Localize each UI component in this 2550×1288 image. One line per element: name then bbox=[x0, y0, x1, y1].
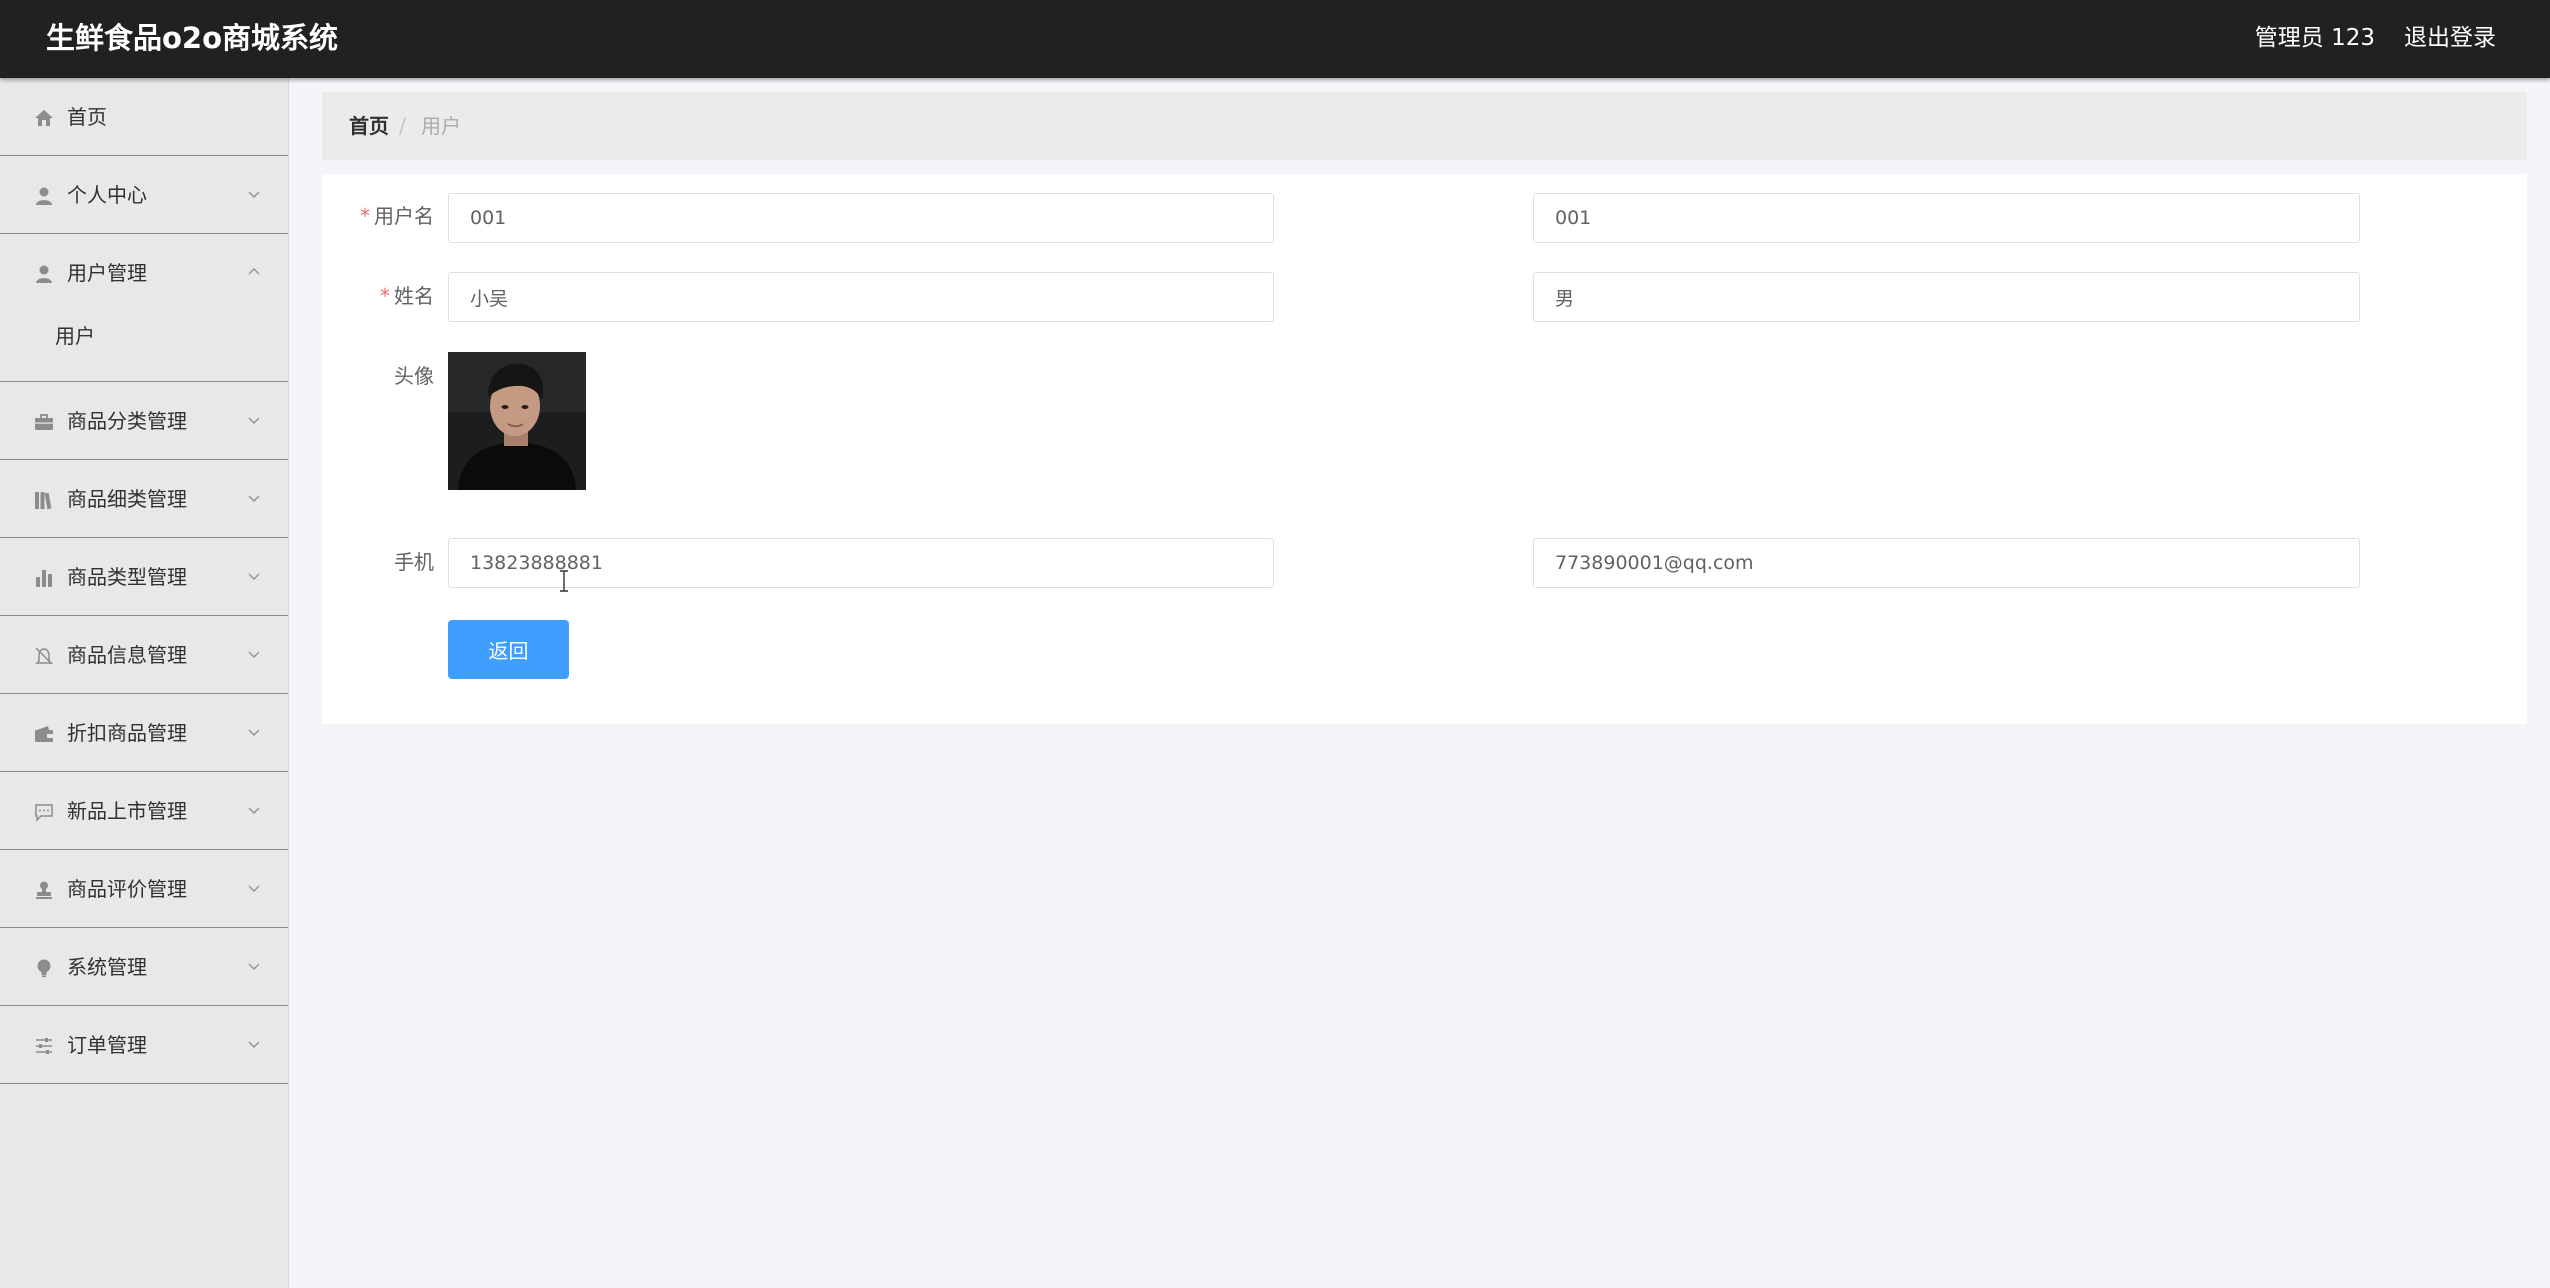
bell-off-icon bbox=[35, 647, 53, 665]
home-icon bbox=[35, 110, 53, 126]
password-input[interactable] bbox=[1533, 193, 2360, 243]
sidebar-item-label: 订单管理 bbox=[67, 1033, 147, 1057]
breadcrumb: 首页 / 用户 bbox=[322, 92, 2527, 160]
breadcrumb-home[interactable]: 首页 bbox=[349, 110, 389, 142]
chevron-down-icon bbox=[248, 495, 260, 502]
app-title: 生鲜食品o2o商城系统 bbox=[46, 21, 339, 55]
chevron-down-icon bbox=[248, 417, 260, 424]
briefcase-icon bbox=[35, 414, 53, 430]
phone-input[interactable] bbox=[448, 538, 1274, 588]
username-label: * 用户名 bbox=[360, 204, 434, 228]
chevron-down-icon bbox=[248, 1041, 260, 1048]
username-input[interactable] bbox=[448, 193, 1274, 243]
name-input[interactable] bbox=[448, 272, 1274, 322]
sidebar-item-new-arrivals-management[interactable]: 新品上市管理 bbox=[0, 772, 288, 850]
sidebar-item-label: 首页 bbox=[67, 105, 107, 129]
sidebar-item-label: 折扣商品管理 bbox=[67, 721, 187, 745]
name-label: * 姓名 bbox=[380, 284, 434, 308]
books-icon bbox=[35, 492, 52, 510]
breadcrumb-separator: / bbox=[399, 114, 406, 138]
user-icon bbox=[36, 265, 52, 283]
logout-link[interactable]: 退出登录 bbox=[2404, 20, 2496, 56]
back-button[interactable]: 返回 bbox=[448, 620, 569, 679]
sidebar-item-type-management[interactable]: 商品类型管理 bbox=[0, 538, 288, 616]
sidebar-item-subcategory-management[interactable]: 商品细类管理 bbox=[0, 460, 288, 538]
phone-label: 手机 bbox=[394, 550, 434, 574]
sidebar-item-system-management[interactable]: 系统管理 bbox=[0, 928, 288, 1006]
submenu-item-user[interactable]: 用户 bbox=[55, 318, 95, 354]
wallet-icon bbox=[35, 726, 53, 742]
sidebar-item-order-management[interactable]: 订单管理 bbox=[0, 1006, 288, 1084]
text-cursor-icon bbox=[560, 570, 568, 592]
gender-input[interactable] bbox=[1533, 272, 2360, 322]
sidebar-item-user-management[interactable]: 用户管理 用户 bbox=[0, 234, 288, 382]
sidebar-item-label: 商品细类管理 bbox=[67, 487, 187, 511]
chevron-down-icon bbox=[248, 651, 260, 658]
required-mark: * bbox=[380, 284, 390, 308]
sidebar-item-product-info-management[interactable]: 商品信息管理 bbox=[0, 616, 288, 694]
avatar-image bbox=[448, 352, 586, 490]
sidebar-item-label: 商品类型管理 bbox=[67, 565, 187, 589]
chevron-down-icon bbox=[248, 885, 260, 892]
lightbulb-icon bbox=[37, 959, 51, 977]
avatar-label: 头像 bbox=[394, 364, 434, 388]
sliders-icon bbox=[36, 1038, 52, 1054]
sidebar-item-label: 个人中心 bbox=[67, 183, 147, 207]
chevron-down-icon bbox=[248, 807, 260, 814]
stamp-icon bbox=[36, 881, 52, 899]
sidebar-item-label: 商品分类管理 bbox=[67, 409, 187, 433]
sidebar-menu: 首页 个人中心 用户管理 用户 商品分类管理 商品细类管理 商品类型管理 商品信… bbox=[0, 78, 289, 1288]
chevron-down-icon bbox=[248, 963, 260, 970]
chevron-down-icon bbox=[248, 191, 260, 198]
admin-user-label: 管理员 123 bbox=[2254, 25, 2375, 51]
breadcrumb-current: 用户 bbox=[421, 114, 461, 138]
bar-chart-icon bbox=[36, 570, 52, 587]
sidebar-item-review-management[interactable]: 商品评价管理 bbox=[0, 850, 288, 928]
user-icon bbox=[36, 187, 52, 205]
top-bar: 生鲜食品o2o商城系统 管理员 123 退出登录 bbox=[0, 0, 2550, 78]
sidebar-item-category-management[interactable]: 商品分类管理 bbox=[0, 382, 288, 460]
sidebar-item-home[interactable]: 首页 bbox=[0, 78, 288, 156]
required-mark: * bbox=[360, 204, 370, 228]
sidebar-item-label: 商品信息管理 bbox=[67, 643, 187, 667]
sidebar-item-label: 系统管理 bbox=[67, 955, 147, 979]
sidebar-item-discount-management[interactable]: 折扣商品管理 bbox=[0, 694, 288, 772]
sidebar-item-label: 用户管理 bbox=[67, 261, 147, 285]
sidebar-item-label: 新品上市管理 bbox=[67, 799, 187, 823]
avatar-photo bbox=[448, 352, 586, 490]
sidebar-item-personal-center[interactable]: 个人中心 bbox=[0, 156, 288, 234]
chat-icon bbox=[35, 804, 53, 822]
chevron-up-icon bbox=[248, 268, 260, 275]
chevron-down-icon bbox=[248, 573, 260, 580]
user-detail-form: *用户名 *密码 *姓名 性别 头像 手机 邮箱 返回 bbox=[322, 174, 2527, 724]
chevron-down-icon bbox=[248, 729, 260, 736]
email-input[interactable] bbox=[1533, 538, 2360, 588]
sidebar-item-label: 商品评价管理 bbox=[67, 877, 187, 901]
